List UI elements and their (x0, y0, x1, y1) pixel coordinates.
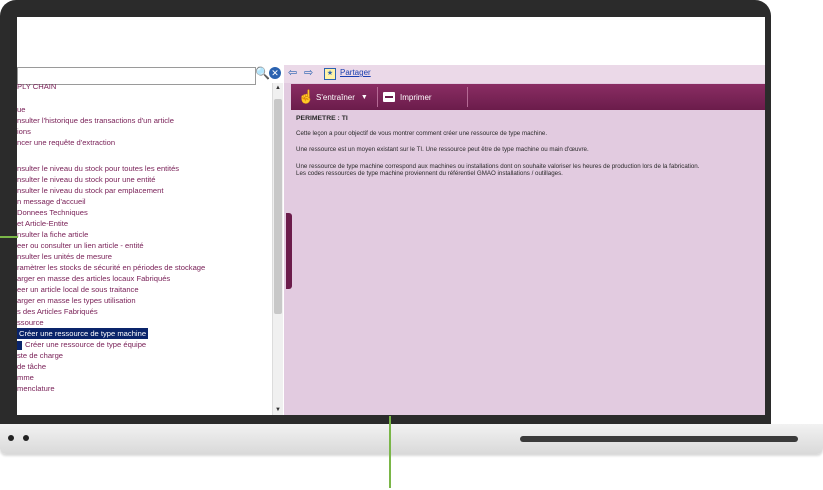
tree-item-label: nsulter le niveau du stock pour toutes l… (17, 164, 180, 173)
clear-search-icon[interactable]: ✕ (269, 67, 281, 79)
tree-item[interactable]: eer un article local de sous traitance (17, 284, 139, 295)
tree-item-label: mme (17, 373, 34, 382)
indicator-lights (8, 435, 29, 441)
tree-item-label: PLY CHAIN (17, 82, 57, 91)
tree-item[interactable]: arger en masse les types utilisation (17, 295, 136, 306)
callout-line (0, 236, 18, 238)
tree-item[interactable]: eer ou consulter un lien article - entit… (17, 240, 144, 251)
tree-item[interactable]: ramètrer les stocks de sécurité en pério… (17, 262, 205, 273)
print-button[interactable]: Imprimer (383, 85, 432, 109)
course-tree: PLY CHAIN ue nsulter l'historique des tran… (17, 81, 272, 415)
tree-item-label: nsulter le niveau du stock pour une enti… (17, 175, 156, 184)
tree-item-label: nsulter les unités de mesure (17, 252, 112, 261)
tree-item[interactable]: menclature (17, 383, 55, 394)
lesson-paragraph: Cette leçon a pour objectif de vous mont… (296, 129, 548, 137)
tree-item-label: Créer une ressource de type machine (19, 329, 147, 338)
tree-item[interactable]: nsulter le niveau du stock par emplaceme… (17, 185, 163, 196)
tree-item[interactable]: nsulter le niveau du stock pour une enti… (17, 174, 155, 185)
tree-item[interactable]: Donnees Techniques (17, 207, 88, 218)
tree-item-label: et Article-Entite (17, 219, 69, 228)
share-link[interactable]: Partager (340, 68, 371, 77)
tree-item[interactable]: n message d'accueil (17, 196, 86, 207)
tree-item-label: ncer une requête d'extraction (17, 138, 116, 147)
scroll-up-arrow-icon[interactable]: ▲ (273, 83, 283, 93)
laptop-screen: 🔍 ✕ PLY CHAIN ue nsulter l'historique des … (17, 17, 765, 415)
tree-node-icon (17, 340, 22, 350)
scroll-down-arrow-icon[interactable]: ▼ (273, 405, 283, 415)
tree-item-label: nsulter l'historique des transactions d'… (17, 116, 174, 125)
lesson-content: PERIMETRE : TI Cette leçon a pour object… (296, 115, 760, 178)
indicator-dot (8, 435, 14, 441)
tree-item[interactable]: Créer une ressource de type machine (17, 328, 149, 339)
lesson-toolbar: ☝ S'entraîner ▼ Imprimer (291, 84, 765, 110)
tree-item-label: ue (17, 105, 26, 114)
tree-item[interactable]: PLY CHAIN (17, 81, 56, 92)
tree-item-label: arger en masse des articles locaux Fabri… (17, 274, 171, 283)
scroll-thumb[interactable] (274, 99, 282, 314)
tree-item-label: ste de charge (17, 351, 64, 360)
tree-item[interactable]: ue (17, 104, 25, 115)
train-button[interactable]: ☝ S'entraîner ▼ (298, 85, 368, 109)
tree-item-label: s des Articles Fabriqués (17, 307, 98, 316)
toolbar-divider (467, 87, 468, 107)
laptop-base (0, 424, 823, 454)
tree-item-label: nsulter le niveau du stock par emplaceme… (17, 186, 164, 195)
tree-item[interactable]: mme (17, 372, 34, 383)
tree-item-label: Créer une ressource de type équipe (25, 340, 147, 349)
hand-pointer-icon: ☝ (298, 89, 315, 104)
tree-item-label: nsulter la fiche article (17, 230, 89, 239)
share-icon[interactable]: ★ (324, 68, 336, 80)
tree-item-label: menclature (17, 384, 55, 393)
tree-item[interactable]: et Article-Entite (17, 218, 68, 229)
panel-resize-handle[interactable] (286, 213, 292, 289)
lesson-paragraph: Les codes ressources de type machine pro… (296, 170, 563, 178)
lesson-paragraph: Une ressource est un moyen existant sur … (296, 146, 589, 154)
tree-item-label: eer ou consulter un lien article - entit… (17, 241, 144, 250)
course-tree-panel: 🔍 ✕ PLY CHAIN ue nsulter l'historique des … (17, 65, 284, 415)
tree-item[interactable]: arger en masse des articles locaux Fabri… (17, 273, 170, 284)
tree-item-label: de tâche (17, 362, 47, 371)
toolbar-divider (377, 87, 378, 107)
lesson-paragraph: Une ressource de type machine correspond… (296, 162, 700, 170)
tree-item-label: ramètrer les stocks de sécurité en pério… (17, 263, 206, 272)
nav-bar: ⇦ ⇨ ★ Partager (284, 65, 765, 83)
tree-item[interactable]: nsulter les unités de mesure (17, 251, 112, 262)
back-arrow-icon[interactable]: ⇦ (288, 66, 297, 79)
tree-item[interactable]: ions (17, 126, 31, 137)
tree-item[interactable]: s des Articles Fabriqués (17, 306, 98, 317)
chevron-down-icon[interactable]: ▼ (361, 94, 368, 101)
lesson-heading: PERIMETRE : TI (296, 115, 348, 122)
forward-arrow-icon[interactable]: ⇨ (304, 66, 313, 79)
tree-item[interactable]: ste de charge (17, 350, 63, 361)
print-button-label: Imprimer (400, 92, 432, 102)
tree-item-label: ions (17, 127, 31, 136)
laptop-hinge-bar (520, 436, 798, 442)
tree-item[interactable]: Créer une ressource de type équipe (17, 339, 146, 350)
tree-item[interactable]: nsulter l'historique des transactions d'… (17, 115, 174, 126)
callout-line (389, 416, 391, 488)
laptop-frame: 🔍 ✕ PLY CHAIN ue nsulter l'historique des … (0, 0, 771, 424)
lesson-panel: ⇦ ⇨ ★ Partager ☝ S'entraîner ▼ Imprimer (284, 65, 765, 415)
tree-item[interactable]: de tâche (17, 361, 46, 372)
tree-item-label: arger en masse les types utilisation (17, 296, 136, 305)
tree-item-label: n message d'accueil (17, 197, 86, 206)
train-button-label: S'entraîner (316, 92, 355, 102)
tree-item-label: ssource (17, 318, 44, 327)
tree-item-label: eer un article local de sous traitance (17, 285, 139, 294)
tree-item[interactable]: ssource (17, 317, 44, 328)
tree-item-label: Donnees Techniques (17, 208, 88, 217)
search-icon[interactable]: 🔍 (255, 66, 270, 80)
tree-item[interactable]: ncer une requête d'extraction (17, 137, 115, 148)
tree-item[interactable]: nsulter la fiche article (17, 229, 88, 240)
tree-scrollbar[interactable]: ▲ ▼ (272, 83, 283, 415)
indicator-dot (23, 435, 29, 441)
print-icon (383, 92, 395, 102)
tree-item[interactable]: nsulter le niveau du stock pour toutes l… (17, 163, 179, 174)
